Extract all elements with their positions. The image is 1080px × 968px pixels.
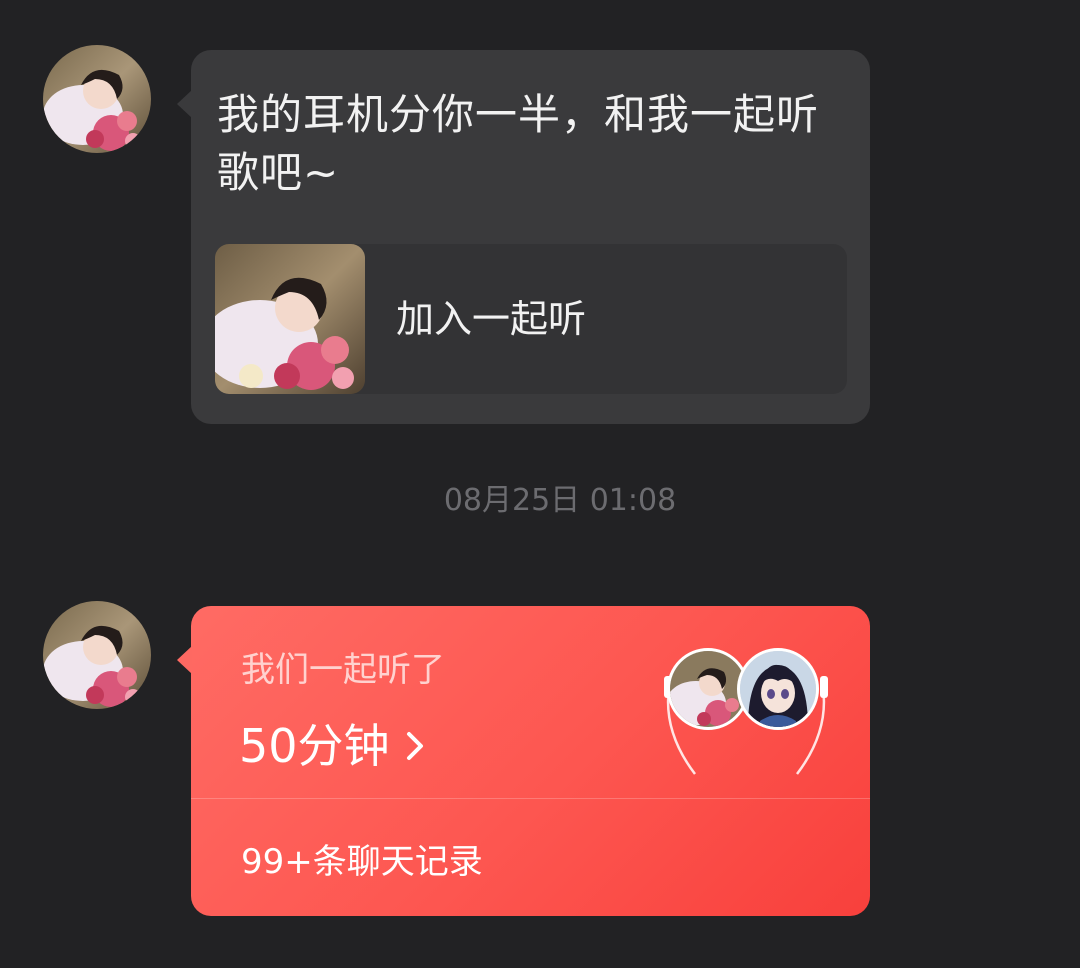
sender-avatar[interactable]: [43, 45, 151, 153]
join-listen-label: 加入一起听: [396, 297, 587, 341]
avatar-image: [43, 601, 151, 709]
avatar-image: [670, 651, 746, 727]
bubble-tail: [177, 646, 192, 674]
join-card-thumbnail: [215, 244, 365, 394]
listened-together-label: 我们一起听了: [241, 650, 445, 690]
listeners-headphones: [661, 642, 831, 782]
avatar-image: [43, 45, 151, 153]
chat-screen: 我的耳机分你一半，和我一起听歌吧~ 加入一起听 08月25日 01:08 我们一…: [0, 0, 1080, 968]
thumbnail-image: [215, 244, 365, 394]
listener-avatar-friend: [737, 648, 819, 730]
listen-duration-value: 50分钟: [239, 719, 390, 773]
chevron-right-icon: [404, 716, 426, 790]
chat-records-link[interactable]: 99+条聊天记录: [241, 838, 483, 886]
bubble-tail: [177, 90, 192, 118]
join-listen-card[interactable]: 加入一起听: [215, 244, 847, 394]
listen-together-card[interactable]: 我们一起听了 50分钟 99+条聊天记录: [177, 606, 870, 916]
sender-avatar[interactable]: [43, 601, 151, 709]
card-divider: [191, 798, 870, 799]
message-timestamp: 08月25日 01:08: [443, 483, 677, 518]
message-bubble[interactable]: 我的耳机分你一半，和我一起听歌吧~ 加入一起听: [177, 50, 870, 424]
listen-duration[interactable]: 50分钟: [239, 716, 426, 790]
message-text: 我的耳机分你一半，和我一起听歌吧~: [217, 90, 820, 197]
avatar-image: [740, 651, 816, 727]
